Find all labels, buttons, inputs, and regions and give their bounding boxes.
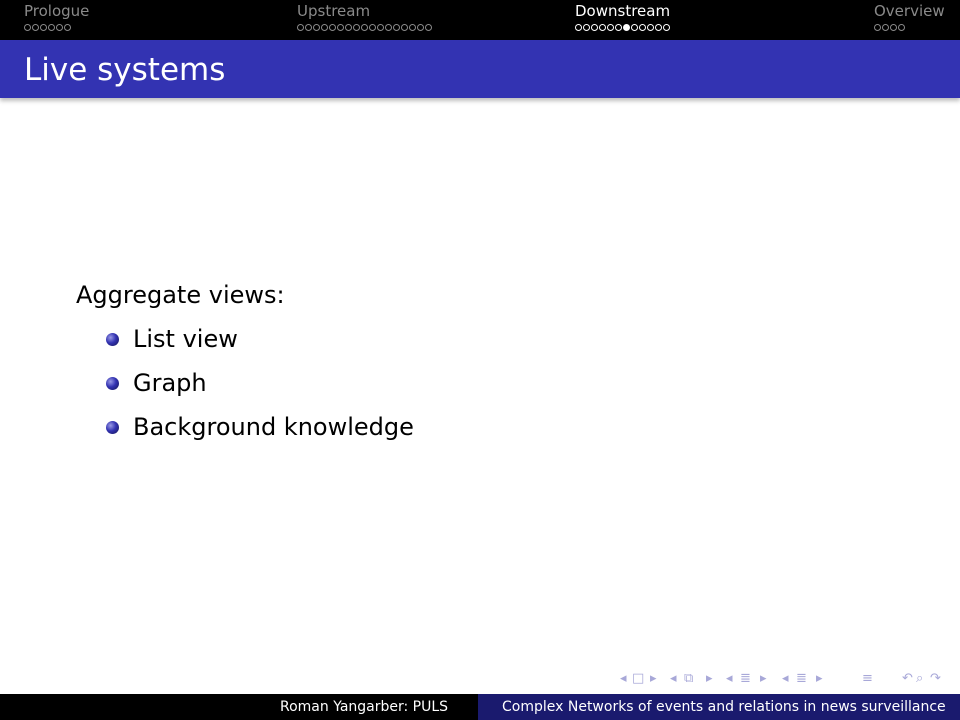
nav-frame-dot[interactable] [409, 24, 416, 31]
nav-frame-dot[interactable] [425, 24, 432, 31]
nav-frame-dot[interactable] [56, 24, 63, 31]
nav-frame-dot[interactable] [401, 24, 408, 31]
next-arrow-icon[interactable]: ▸ [816, 670, 823, 688]
next-arrow-icon[interactable]: ▸ [706, 670, 713, 688]
nav-frame-dot[interactable] [369, 24, 376, 31]
prev-arrow-icon[interactable]: ◂ [726, 670, 733, 688]
nav-frame-dot[interactable] [575, 24, 582, 31]
nav-section-overview[interactable]: Overview [874, 2, 945, 32]
nav-section-title: Downstream [575, 2, 671, 20]
nav-frame-dot[interactable] [48, 24, 55, 31]
nav-frame-dot[interactable] [40, 24, 47, 31]
prev-arrow-icon[interactable]: ◂ [782, 670, 789, 688]
bullet-ball-icon [106, 333, 119, 346]
list-item: Background knowledge [76, 412, 414, 456]
nav-frame-dot[interactable] [361, 24, 368, 31]
prev-arrow-icon[interactable]: ◂ [670, 670, 677, 688]
bullet-list: List view Graph Background knowledge [76, 324, 414, 456]
nav-frame-dot[interactable] [24, 24, 31, 31]
nav-frame-dot[interactable] [313, 24, 320, 31]
nav-frame-dot[interactable] [353, 24, 360, 31]
nav-frame-dot[interactable] [321, 24, 328, 31]
search-icon[interactable]: ⌕ [916, 670, 923, 688]
undo-icon[interactable]: ↶ [902, 670, 913, 688]
nav-frame-dot[interactable] [345, 24, 352, 31]
section-navigation-bar: Prologue Upstream Downstream Overview [0, 0, 960, 40]
nav-frame-dot[interactable] [882, 24, 889, 31]
nav-frame-dot[interactable] [337, 24, 344, 31]
nav-frame-dot[interactable] [623, 24, 630, 31]
list-item: Graph [76, 368, 285, 412]
bullet-ball-icon [106, 421, 119, 434]
nav-frame-dot[interactable] [393, 24, 400, 31]
nav-frame-dot[interactable] [305, 24, 312, 31]
nav-section-title: Overview [874, 2, 945, 20]
nav-frame-dot[interactable] [583, 24, 590, 31]
footer-title: Complex Networks of events and relations… [502, 699, 946, 715]
nav-frame-dot[interactable] [64, 24, 71, 31]
footer-author-box: Roman Yangarber: PULS [0, 694, 478, 720]
slide-content: Aggregate views: List view Graph Backgro… [76, 280, 414, 456]
nav-frame-dot[interactable] [377, 24, 384, 31]
nav-section-dots [297, 23, 432, 32]
frame-title-bar: Live systems [0, 40, 960, 98]
nav-frame-dot[interactable] [591, 24, 598, 31]
nav-frame-dot[interactable] [329, 24, 336, 31]
lead-text: Aggregate views: [76, 281, 285, 309]
nav-section-downstream[interactable]: Downstream [575, 2, 670, 32]
frame-icon[interactable]: □ [632, 670, 644, 688]
nav-section-title: Prologue [24, 2, 90, 20]
nav-frame-dot[interactable] [417, 24, 424, 31]
nav-frame-dot[interactable] [385, 24, 392, 31]
nav-section-dots [575, 23, 670, 32]
nav-frame-dot[interactable] [32, 24, 39, 31]
nav-section-prologue[interactable]: Prologue [24, 2, 89, 32]
list-item-text: Graph [133, 369, 207, 397]
nav-frame-dot[interactable] [890, 24, 897, 31]
footer-author: Roman Yangarber: PULS [280, 699, 449, 715]
list-item-text: Background knowledge [133, 413, 414, 441]
nav-frame-dot[interactable] [898, 24, 905, 31]
next-arrow-icon[interactable]: ▸ [760, 670, 767, 688]
prev-arrow-icon[interactable]: ◂ [620, 670, 627, 688]
frame-title: Live systems [24, 52, 226, 88]
next-arrow-icon[interactable]: ▸ [650, 670, 657, 688]
nav-frame-dot[interactable] [599, 24, 606, 31]
nav-section-upstream[interactable]: Upstream [297, 2, 432, 32]
align-icon[interactable]: ≡ [862, 670, 873, 688]
nav-frame-dot[interactable] [647, 24, 654, 31]
section-icon[interactable]: ≣ [740, 670, 751, 688]
nav-section-title: Upstream [297, 2, 371, 20]
nav-frame-dot[interactable] [639, 24, 646, 31]
nav-frame-dot[interactable] [874, 24, 881, 31]
list-item: List view [76, 324, 285, 368]
nav-frame-dot[interactable] [663, 24, 670, 31]
nav-section-dots [874, 23, 945, 32]
redo-icon[interactable]: ↷ [930, 670, 941, 688]
nav-frame-dot[interactable] [607, 24, 614, 31]
list-item-text: List view [133, 325, 238, 353]
nav-frame-dot[interactable] [297, 24, 304, 31]
bullet-ball-icon [106, 377, 119, 390]
footer-title-box: Complex Networks of events and relations… [478, 694, 960, 720]
subsection-icon[interactable]: ⧉ [684, 670, 693, 688]
navigation-symbols: ◂ □ ▸ ◂ ⧉ ▸ ◂ ≣ ▸ ◂ ≣ ▸ ≡ ↶ ⌕ ↷ [620, 670, 960, 690]
nav-section-dots [24, 23, 89, 32]
nav-frame-dot[interactable] [615, 24, 622, 31]
section-icon[interactable]: ≣ [796, 670, 807, 688]
nav-frame-dot[interactable] [631, 24, 638, 31]
nav-frame-dot[interactable] [655, 24, 662, 31]
